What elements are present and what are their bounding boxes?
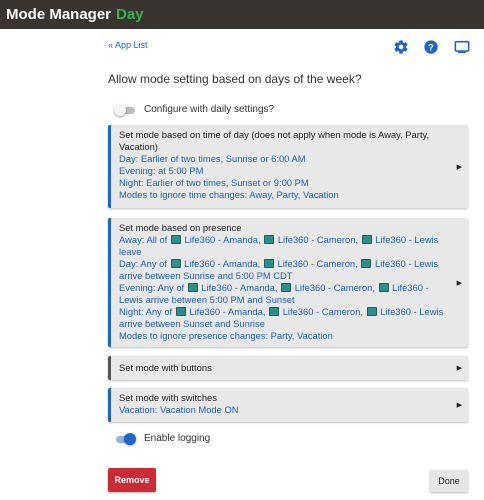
device-name: Life360 - Cameron, <box>277 258 358 269</box>
device-name: Life360 - Lewis <box>380 306 444 317</box>
device-map-icon <box>170 235 181 244</box>
presence-prefix: Evening: Any of <box>119 282 185 293</box>
main-panel: « App List ? Allow mode setting based on… <box>92 29 484 500</box>
presence-away-line: Away: All of Life360 - Amanda, Life360 -… <box>119 234 448 258</box>
svg-text:?: ? <box>428 42 434 52</box>
device-map-icon <box>269 307 280 316</box>
device-map-icon <box>264 235 275 244</box>
chevron-right-icon: ▶ <box>456 402 462 409</box>
device-map-icon <box>378 283 389 292</box>
toggle-knob <box>124 433 136 445</box>
device-name: Life360 - Amanda, <box>184 258 261 269</box>
section-title: Set mode based on time of day (does not … <box>119 129 430 152</box>
gear-icon[interactable] <box>393 39 409 55</box>
daily-settings-toggle[interactable] <box>114 104 136 116</box>
logging-toggle[interactable] <box>114 433 136 445</box>
device-map-icon <box>263 259 274 268</box>
device-map-icon <box>170 259 181 268</box>
chevron-right-icon: ▶ <box>456 365 462 372</box>
section-line: Evening: at 5:00 PM <box>119 165 204 176</box>
page-heading: Allow mode setting based on days of the … <box>108 72 362 86</box>
left-gutter <box>0 29 92 500</box>
done-button[interactable]: Done <box>430 470 468 492</box>
device-name: Life360 - Cameron, <box>277 234 359 245</box>
device-map-icon <box>281 283 292 292</box>
toggle-knob <box>114 104 126 116</box>
device-name: Life360 - Cameron, <box>282 306 363 317</box>
app-title: Mode Manager <box>6 6 112 23</box>
device-name: Life360 - Amanda, <box>189 306 266 317</box>
section-line: Day: Earlier of two times, Sunrise or 6:… <box>119 153 306 164</box>
section-title: Set mode with switches <box>119 392 217 403</box>
device-map-icon <box>175 307 186 316</box>
switches-section[interactable]: Set mode with switches Vacation: Vacatio… <box>108 388 468 422</box>
presence-prefix: Away: All of <box>119 234 168 245</box>
app-list-link[interactable]: « App List <box>108 40 148 50</box>
device-name: Life360 - Cameron, <box>294 282 375 293</box>
display-icon[interactable] <box>454 39 470 55</box>
presence-night-line: Night: Any of Life360 - Amanda, Life360 … <box>119 306 448 330</box>
device-name: Life360 - Amanda, <box>201 282 278 293</box>
presence-day-line: Day: Any of Life360 - Amanda, Life360 - … <box>119 258 448 282</box>
device-map-icon <box>361 235 372 244</box>
device-map-icon <box>366 307 377 316</box>
help-icon[interactable]: ? <box>423 39 439 55</box>
section-line: Vacation: Vacation Mode ON <box>119 404 239 415</box>
top-bar: Mode Manager Day <box>0 0 484 29</box>
remove-button[interactable]: Remove <box>108 468 156 492</box>
device-name: Life360 - Lewis <box>375 234 439 245</box>
presence-prefix: Night: Any of <box>119 306 173 317</box>
section-line: Night: Earlier of two times, Sunset or 9… <box>119 177 309 188</box>
presence-suffix: leave <box>119 246 142 257</box>
device-name: Life360 - Amanda, <box>184 234 261 245</box>
chevron-right-icon: ▶ <box>456 279 462 287</box>
time-of-day-section[interactable]: Set mode based on time of day (does not … <box>108 125 468 208</box>
device-map-icon <box>187 283 198 292</box>
section-line: Modes to ignore presence changes: Party,… <box>119 330 333 341</box>
section-line: Modes to ignore time changes: Away, Part… <box>119 189 339 200</box>
chevron-right-icon: ▶ <box>456 163 462 171</box>
device-name: Life360 - Lewis <box>374 258 439 269</box>
presence-prefix: Day: Any of <box>119 258 167 269</box>
section-title: Set mode based on presence <box>119 222 242 233</box>
current-mode: Day <box>116 6 144 23</box>
daily-settings-label: Configure with daily settings? <box>144 104 275 115</box>
presence-suffix: arrive between Sunrise and 5:00 PM CDT <box>119 270 293 281</box>
device-map-icon <box>361 259 372 268</box>
presence-suffix: arrive between 5:00 PM and Sunset <box>145 294 295 305</box>
logging-label: Enable logging <box>144 433 211 444</box>
section-title: Set mode with buttons <box>119 362 212 373</box>
buttons-section[interactable]: Set mode with buttons ▶ <box>108 356 468 380</box>
presence-suffix: arrive between Sunset and Sunrise <box>119 318 265 329</box>
presence-section[interactable]: Set mode based on presence Away: All of … <box>108 218 468 347</box>
presence-evening-line: Evening: Any of Life360 - Amanda, Life36… <box>119 282 448 306</box>
